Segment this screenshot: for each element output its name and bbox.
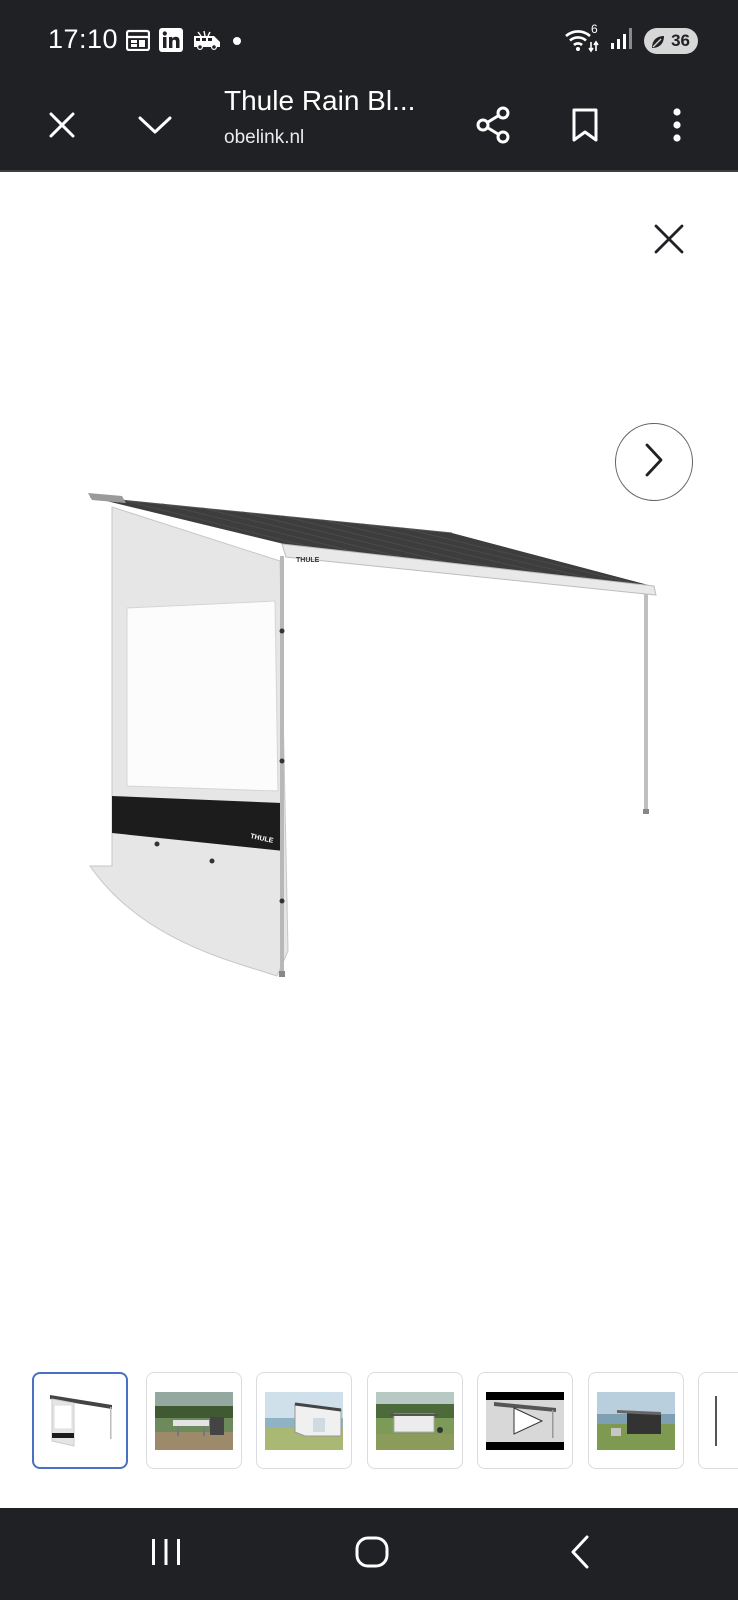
thumbnail-van-lake[interactable]: [588, 1372, 684, 1469]
browser-toolbar: Thule Rain Bl... obelink.nl: [0, 82, 738, 172]
close-tab-button[interactable]: [38, 103, 86, 151]
more-vert-icon: [672, 107, 682, 147]
thumbnail-video[interactable]: [477, 1372, 573, 1469]
thumbnail-partial[interactable]: [698, 1372, 738, 1469]
close-icon: [48, 111, 76, 144]
home-icon: [355, 1536, 389, 1573]
bookmark-button[interactable]: [561, 103, 609, 151]
status-bar: 17:10 6 36: [0, 0, 738, 82]
share-icon: [475, 106, 511, 149]
calendar-icon: [125, 29, 151, 56]
status-time: 17:10: [48, 24, 119, 54]
thumbnail-strip: [0, 1372, 738, 1472]
product-image: THULE THULE: [82, 491, 662, 986]
recent-apps-button[interactable]: [136, 1526, 196, 1582]
camper-icon: [192, 30, 222, 55]
signal-icon: [610, 26, 634, 55]
share-button[interactable]: [469, 103, 517, 151]
page-domain: obelink.nl: [224, 127, 305, 148]
back-button[interactable]: [550, 1526, 610, 1582]
minimize-button[interactable]: [131, 103, 179, 151]
close-viewer-button[interactable]: [645, 217, 693, 265]
close-icon: [654, 224, 684, 259]
battery-indicator: 36: [644, 27, 698, 54]
system-navigation-bar: [0, 1508, 738, 1600]
next-image-button[interactable]: [615, 423, 693, 501]
chevron-right-icon: [644, 443, 664, 482]
back-icon: [569, 1535, 591, 1574]
awning-brand-label: THULE: [296, 557, 320, 564]
power-saving-icon: [651, 34, 665, 54]
page-title: Thule Rain Bl...: [224, 85, 416, 116]
thumbnail-awning-product[interactable]: [32, 1372, 128, 1469]
bookmark-icon: [572, 108, 598, 147]
home-button[interactable]: [342, 1526, 402, 1582]
recent-apps-icon: [150, 1537, 182, 1572]
battery-level: 36: [671, 30, 690, 50]
status-notification-icons: [125, 28, 243, 57]
image-viewer: THULE THULE: [0, 173, 738, 1506]
thumbnail-caravan-meadow[interactable]: [367, 1372, 463, 1469]
status-system-icons: 6 36: [564, 22, 698, 55]
thumbnail-camping-table[interactable]: [146, 1372, 242, 1469]
wifi-icon: 6: [564, 22, 600, 54]
linkedin-icon: [159, 28, 183, 57]
wifi-label: 6: [591, 21, 598, 36]
dot-icon: [231, 34, 243, 52]
more-options-button[interactable]: [653, 103, 701, 151]
thumbnail-awning-lakeside[interactable]: [256, 1372, 352, 1469]
chevron-down-icon: [138, 115, 172, 140]
